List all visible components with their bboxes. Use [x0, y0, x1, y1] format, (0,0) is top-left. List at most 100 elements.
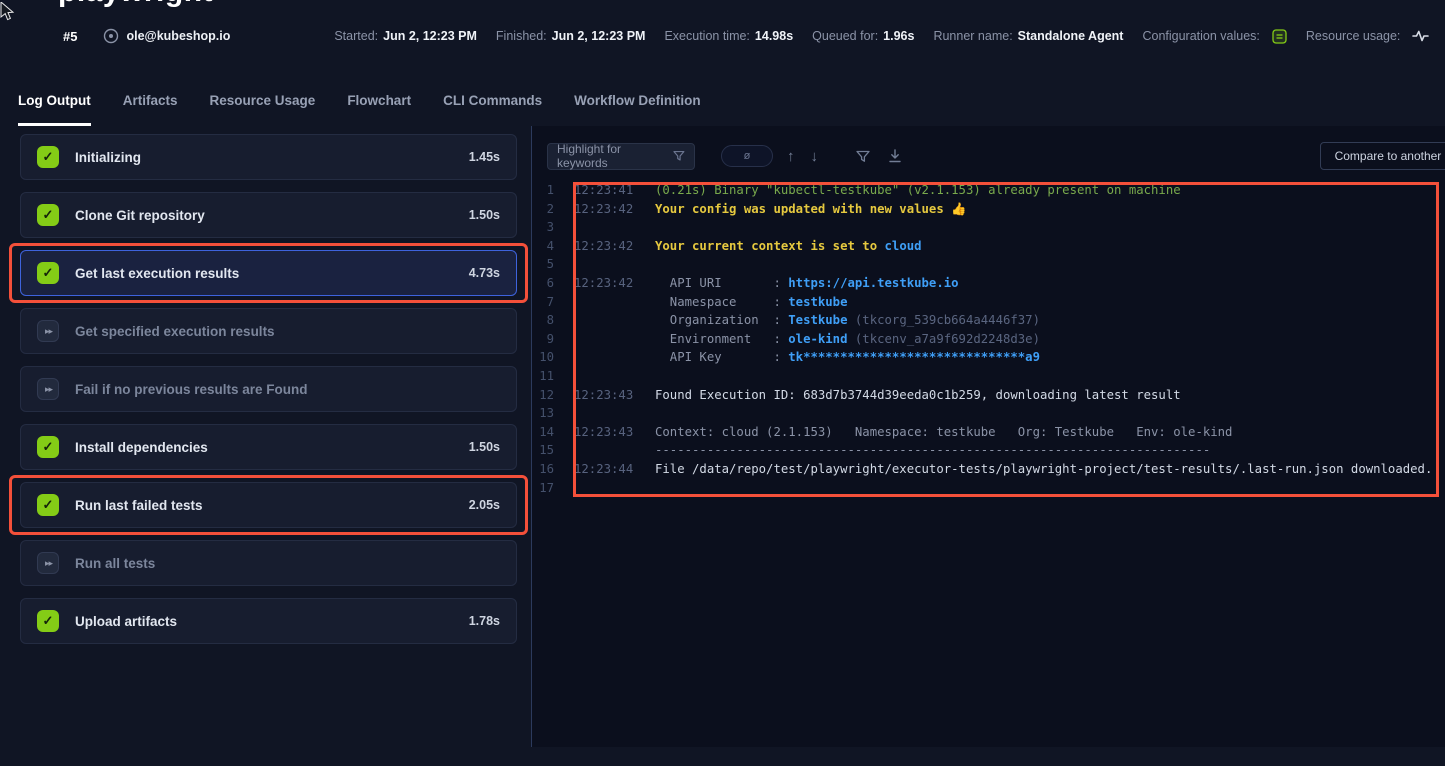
- step-name: Install dependencies: [75, 440, 453, 455]
- step-item[interactable]: ✓Upload artifacts1.78s: [20, 598, 517, 644]
- line-number: 12: [534, 386, 554, 405]
- previous-match-button[interactable]: ↑: [785, 148, 797, 165]
- highlight-keywords-select[interactable]: Highlight for keywords: [547, 143, 695, 170]
- log-message: Your config was updated with new values …: [655, 200, 1445, 219]
- resource-usage[interactable]: Resource usage:: [1306, 29, 1430, 43]
- log-toolbar: Highlight for keywords ø ↑ ↓ Compare to …: [532, 141, 1445, 171]
- tab-flowchart[interactable]: Flowchart: [347, 93, 411, 126]
- log-line: 17: [534, 479, 1445, 498]
- step-name: Get specified execution results: [75, 324, 484, 339]
- download-log-icon[interactable]: [888, 149, 902, 163]
- tab-artifacts[interactable]: Artifacts: [123, 93, 178, 126]
- log-output[interactable]: 112:23:41(0.21s) Binary "kubectl-testkub…: [532, 181, 1445, 497]
- waveform-icon[interactable]: [1412, 29, 1429, 43]
- log-message: Found Execution ID: 683d7b3744d39eeda0c1…: [655, 386, 1445, 405]
- log-timestamp: [574, 479, 634, 498]
- log-segment: https://api.testkube.io: [788, 276, 958, 290]
- line-number: 1: [534, 181, 554, 200]
- line-number: 2: [534, 200, 554, 219]
- step-item[interactable]: ▸▸Fail if no previous results are Found: [20, 366, 517, 412]
- step-item[interactable]: ✓Initializing1.45s: [20, 134, 517, 180]
- step-item[interactable]: ▸▸Run all tests: [20, 540, 517, 586]
- log-segment: (tkcenv_a7a9f692d2248d3e): [848, 332, 1041, 346]
- step-name: Upload artifacts: [75, 614, 453, 629]
- log-message: File /data/repo/test/playwright/executor…: [655, 460, 1445, 479]
- log-segment: testkube: [788, 295, 847, 309]
- log-segment: Testkube: [788, 313, 847, 327]
- step-item[interactable]: ✓Get last execution results4.73s: [20, 250, 517, 296]
- log-line: 212:23:42Your config was updated with ne…: [534, 200, 1445, 219]
- filter-icon[interactable]: [856, 150, 870, 163]
- meta-label: Execution time:: [664, 29, 749, 43]
- log-timestamp: 12:23:43: [574, 386, 634, 405]
- log-line: 412:23:42Your current context is set to …: [534, 237, 1445, 256]
- log-message: Context: cloud (2.1.153) Namespace: test…: [655, 423, 1445, 442]
- log-line: 9 Environment : ole-kind (tkcenv_a7a9f69…: [534, 330, 1445, 349]
- meta-item: Finished: Jun 2, 12:23 PM: [496, 29, 646, 43]
- configuration-values-icon[interactable]: [1272, 29, 1287, 44]
- step-duration: 1.50s: [469, 208, 500, 222]
- log-timestamp: [574, 218, 634, 237]
- meta-label: Started:: [334, 29, 378, 43]
- step-name: Run all tests: [75, 556, 484, 571]
- step-item[interactable]: ✓ Install dependencies 1.50s: [20, 424, 517, 470]
- log-segment: Your current context is set to: [655, 239, 885, 253]
- log-console: Highlight for keywords ø ↑ ↓ Compare to …: [531, 126, 1445, 747]
- meta-value: 1.96s: [883, 29, 914, 43]
- log-timestamp: [574, 441, 634, 460]
- step-duration: 1.50s: [469, 440, 500, 454]
- tab-log-output[interactable]: Log Output: [18, 93, 91, 126]
- log-segment: Organization :: [655, 313, 788, 327]
- log-message: API URI : https://api.testkube.io: [655, 274, 1445, 293]
- log-segment: Context: cloud (2.1.153) Namespace: test…: [655, 425, 1232, 439]
- next-match-button[interactable]: ↓: [809, 148, 821, 165]
- tab-bar: Log Output Artifacts Resource Usage Flowcha…: [0, 45, 1445, 126]
- match-count-pill[interactable]: ø: [721, 145, 773, 167]
- meta-label: Finished:: [496, 29, 547, 43]
- success-check-icon: ✓: [37, 494, 59, 516]
- line-number: 15: [534, 441, 554, 460]
- log-timestamp: [574, 404, 634, 423]
- step-name: Initializing: [75, 150, 453, 165]
- log-line: 3: [534, 218, 1445, 237]
- log-message: Environment : ole-kind (tkcenv_a7a9f692d…: [655, 330, 1445, 349]
- log-line: 1612:23:44File /data/repo/test/playwrigh…: [534, 460, 1445, 479]
- log-timestamp: 12:23:44: [574, 460, 634, 479]
- step-item[interactable]: ✓Run last failed tests2.05s: [20, 482, 517, 528]
- tab-cli-commands[interactable]: CLI Commands: [443, 93, 542, 126]
- step-name: Get last execution results: [75, 266, 453, 281]
- meta-item: Execution time:14.98s: [664, 29, 793, 43]
- line-number: 7: [534, 293, 554, 312]
- skipped-icon: ▸▸: [37, 320, 59, 342]
- tab-workflow-definition[interactable]: Workflow Definition: [574, 93, 701, 126]
- log-line: 13: [534, 404, 1445, 423]
- log-timestamp: [574, 293, 634, 312]
- log-segment: Environment :: [655, 332, 788, 346]
- line-number: 6: [534, 274, 554, 293]
- tab-resource-usage[interactable]: Resource Usage: [210, 93, 316, 126]
- line-number: 3: [534, 218, 554, 237]
- log-lines: 112:23:41(0.21s) Binary "kubectl-testkub…: [534, 181, 1445, 497]
- step-item[interactable]: ✓Clone Git repository1.50s: [20, 192, 517, 238]
- log-message: Organization : Testkube (tkcorg_539cb664…: [655, 311, 1445, 330]
- log-segment: cloud: [885, 239, 922, 253]
- meta-value: Jun 2, 12:23 PM: [552, 29, 646, 43]
- compare-button[interactable]: Compare to another execution: [1320, 142, 1445, 170]
- triggered-by-user: ole@kubeshop.io: [103, 28, 230, 44]
- meta-value: Jun 2, 12:23 PM: [383, 29, 477, 43]
- log-timestamp: 12:23:42: [574, 274, 634, 293]
- success-check-icon: ✓: [37, 436, 59, 458]
- user-icon: [103, 28, 119, 44]
- line-number: 13: [534, 404, 554, 423]
- log-segment: (0.21s) Binary "kubectl-testkube" (v2.1.…: [655, 183, 1181, 197]
- log-message: [655, 404, 1445, 423]
- configuration-values[interactable]: Configuration values:: [1142, 29, 1286, 44]
- step-item[interactable]: ▸▸ Get specified execution results: [20, 308, 517, 354]
- meta-item: Queued for:1.96s: [812, 29, 914, 43]
- log-segment: File /data/repo/test/playwright/executor…: [655, 462, 1432, 476]
- log-line: 10 API Key : tk*************************…: [534, 348, 1445, 367]
- line-number: 14: [534, 423, 554, 442]
- line-number: 4: [534, 237, 554, 256]
- log-line: 12 12:23:43 Found Execution ID: 683d7b3744…: [534, 386, 1445, 405]
- log-segment: ----------------------------------------…: [655, 443, 1210, 457]
